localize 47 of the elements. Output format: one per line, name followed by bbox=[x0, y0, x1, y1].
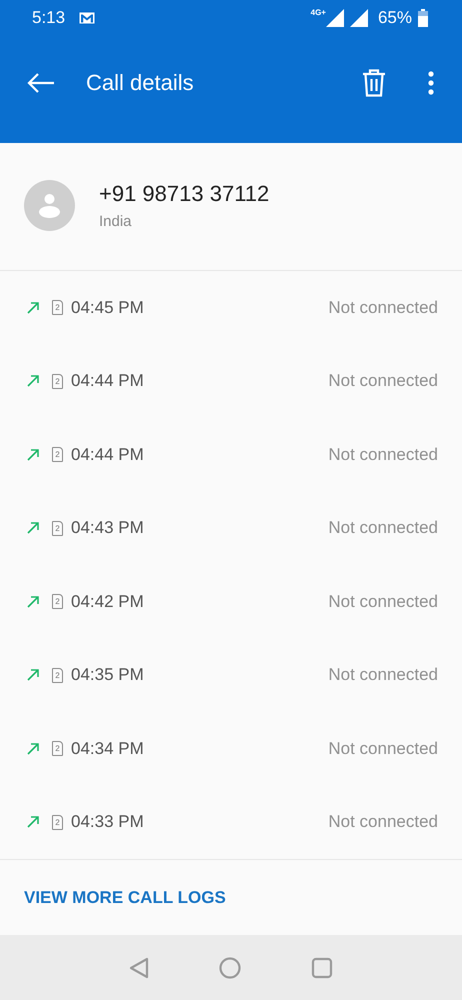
call-arrow-icon bbox=[26, 300, 40, 315]
call-status: Not connected bbox=[328, 592, 438, 612]
call-arrow-icon bbox=[26, 521, 40, 536]
call-arrow-icon bbox=[26, 668, 40, 682]
call-status: Not connected bbox=[328, 518, 438, 538]
sim-icon: 2 bbox=[52, 668, 63, 683]
call-time: 04:33 PM bbox=[71, 812, 144, 832]
call-status: Not connected bbox=[328, 738, 438, 759]
call-time: 04:44 PM bbox=[71, 444, 144, 465]
signal-icon bbox=[350, 9, 368, 27]
call-status: Not connected bbox=[328, 812, 438, 832]
network-label: 4G+ bbox=[310, 8, 326, 17]
call-status: Not connected bbox=[328, 665, 438, 686]
screen-title: Call details bbox=[86, 70, 194, 96]
call-arrow-icon bbox=[26, 448, 40, 462]
call-time: 04:43 PM bbox=[71, 518, 144, 538]
phone-number: +91 98713 37112 bbox=[99, 181, 270, 207]
call-time: 04:42 PM bbox=[71, 592, 144, 612]
call-status: Not connected bbox=[328, 298, 438, 318]
call-time: 04:45 PM bbox=[71, 298, 144, 318]
avatar-icon bbox=[24, 180, 75, 231]
sim-icon: 2 bbox=[52, 447, 63, 462]
sim-icon: 2 bbox=[52, 741, 63, 756]
call-arrow-icon bbox=[26, 594, 40, 609]
status-time: 5:13 bbox=[32, 8, 66, 28]
battery-icon bbox=[418, 9, 428, 27]
delete-icon[interactable] bbox=[362, 68, 386, 96]
sim-icon: 2 bbox=[52, 594, 63, 610]
view-more-link[interactable]: VIEW MORE CALL LOGS bbox=[24, 888, 226, 908]
call-arrow-icon bbox=[26, 374, 40, 388]
call-status: Not connected bbox=[328, 371, 438, 392]
sim-icon: 2 bbox=[52, 374, 63, 389]
sim-icon: 2 bbox=[52, 520, 63, 536]
back-arrow-icon[interactable] bbox=[27, 72, 55, 92]
call-status: Not connected bbox=[328, 444, 438, 465]
battery-percent: 65% bbox=[378, 8, 412, 28]
sim-icon: 2 bbox=[52, 814, 63, 830]
call-arrow-icon bbox=[26, 742, 40, 756]
location-label: India bbox=[99, 213, 133, 230]
sim-icon: 2 bbox=[52, 300, 63, 316]
signal-icon bbox=[326, 9, 344, 27]
more-options-icon[interactable] bbox=[428, 70, 434, 94]
call-time: 04:34 PM bbox=[71, 738, 144, 759]
call-time: 04:35 PM bbox=[71, 665, 144, 686]
call-arrow-icon bbox=[26, 815, 40, 830]
mail-icon bbox=[79, 12, 96, 24]
call-time: 04:44 PM bbox=[71, 371, 144, 392]
